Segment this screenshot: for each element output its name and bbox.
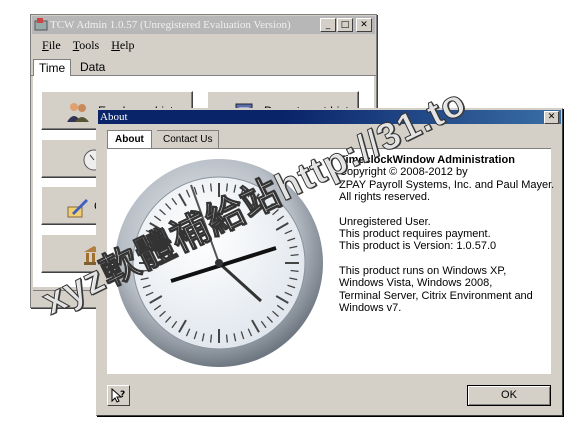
menu-tools[interactable]: Tools	[73, 38, 100, 52]
version-line: This product is Version: 1.0.57.0	[339, 240, 497, 253]
about-dialog: About ✕ About Contact Us TimeclockWindow…	[96, 108, 563, 416]
tcw-title-bar[interactable]: TCW Admin 1.0.57 (Unregistered Evaluatio…	[32, 16, 375, 34]
about-close-button[interactable]: ✕	[544, 111, 559, 124]
help-pointer-icon: ?	[111, 387, 125, 403]
platform-line-4: Windows v7.	[339, 302, 402, 315]
clock-image	[115, 159, 323, 367]
about-info: TimeclockWindow Administration Copyright…	[339, 154, 564, 314]
product-heading: TimeclockWindow Administration	[339, 154, 515, 166]
menu-file[interactable]: File	[42, 38, 61, 52]
employees-icon	[67, 103, 89, 122]
tab-time[interactable]: Time	[33, 59, 72, 77]
about-title: About	[100, 111, 128, 123]
clock-tick	[209, 183, 213, 192]
help-button[interactable]: ?	[107, 385, 130, 406]
app-icon	[34, 18, 48, 31]
platform-line-3: Terminal Server, Citrix Environment and	[339, 289, 533, 302]
clock-tick	[139, 269, 148, 273]
payment-line: This product requires payment.	[339, 228, 491, 241]
clock-tick	[209, 334, 213, 343]
clock-tick	[290, 253, 299, 257]
platform-line-1: This product runs on Windows XP,	[339, 264, 507, 277]
close-button[interactable]: ✕	[356, 18, 372, 32]
clock-tick	[225, 334, 229, 343]
menu-bar: File Tools Help	[33, 36, 374, 54]
maximize-button[interactable]: □	[337, 18, 353, 32]
tcw-window-title: TCW Admin 1.0.57 (Unregistered Evaluatio…	[50, 19, 291, 31]
clock-tick	[139, 253, 148, 257]
svg-text:?: ?	[120, 390, 125, 400]
clock-tick	[290, 269, 299, 273]
main-tabs: Time Data	[31, 55, 376, 77]
rights-line: All rights reserved.	[339, 191, 431, 204]
ok-button[interactable]: OK	[467, 385, 551, 406]
tab-data[interactable]: Data	[75, 59, 110, 76]
tab-about[interactable]: About	[107, 130, 152, 148]
about-content: TimeclockWindow Administration Copyright…	[107, 148, 554, 374]
copyright-line: Copyright © 2008-2012 by	[339, 166, 468, 179]
menu-help[interactable]: Help	[111, 38, 134, 52]
platform-line-2: Windows Vista, Windows 2008,	[339, 277, 493, 290]
edit-icon	[67, 199, 88, 218]
about-title-bar[interactable]: About ✕	[98, 110, 561, 124]
minimize-button[interactable]: _	[320, 18, 336, 32]
tab-contact-us[interactable]: Contact Us	[157, 130, 220, 148]
company-line: ZPAY Payroll Systems, Inc. and Paul Maye…	[339, 178, 555, 191]
user-line: Unregistered User.	[339, 215, 431, 228]
clock-tick	[225, 183, 229, 192]
